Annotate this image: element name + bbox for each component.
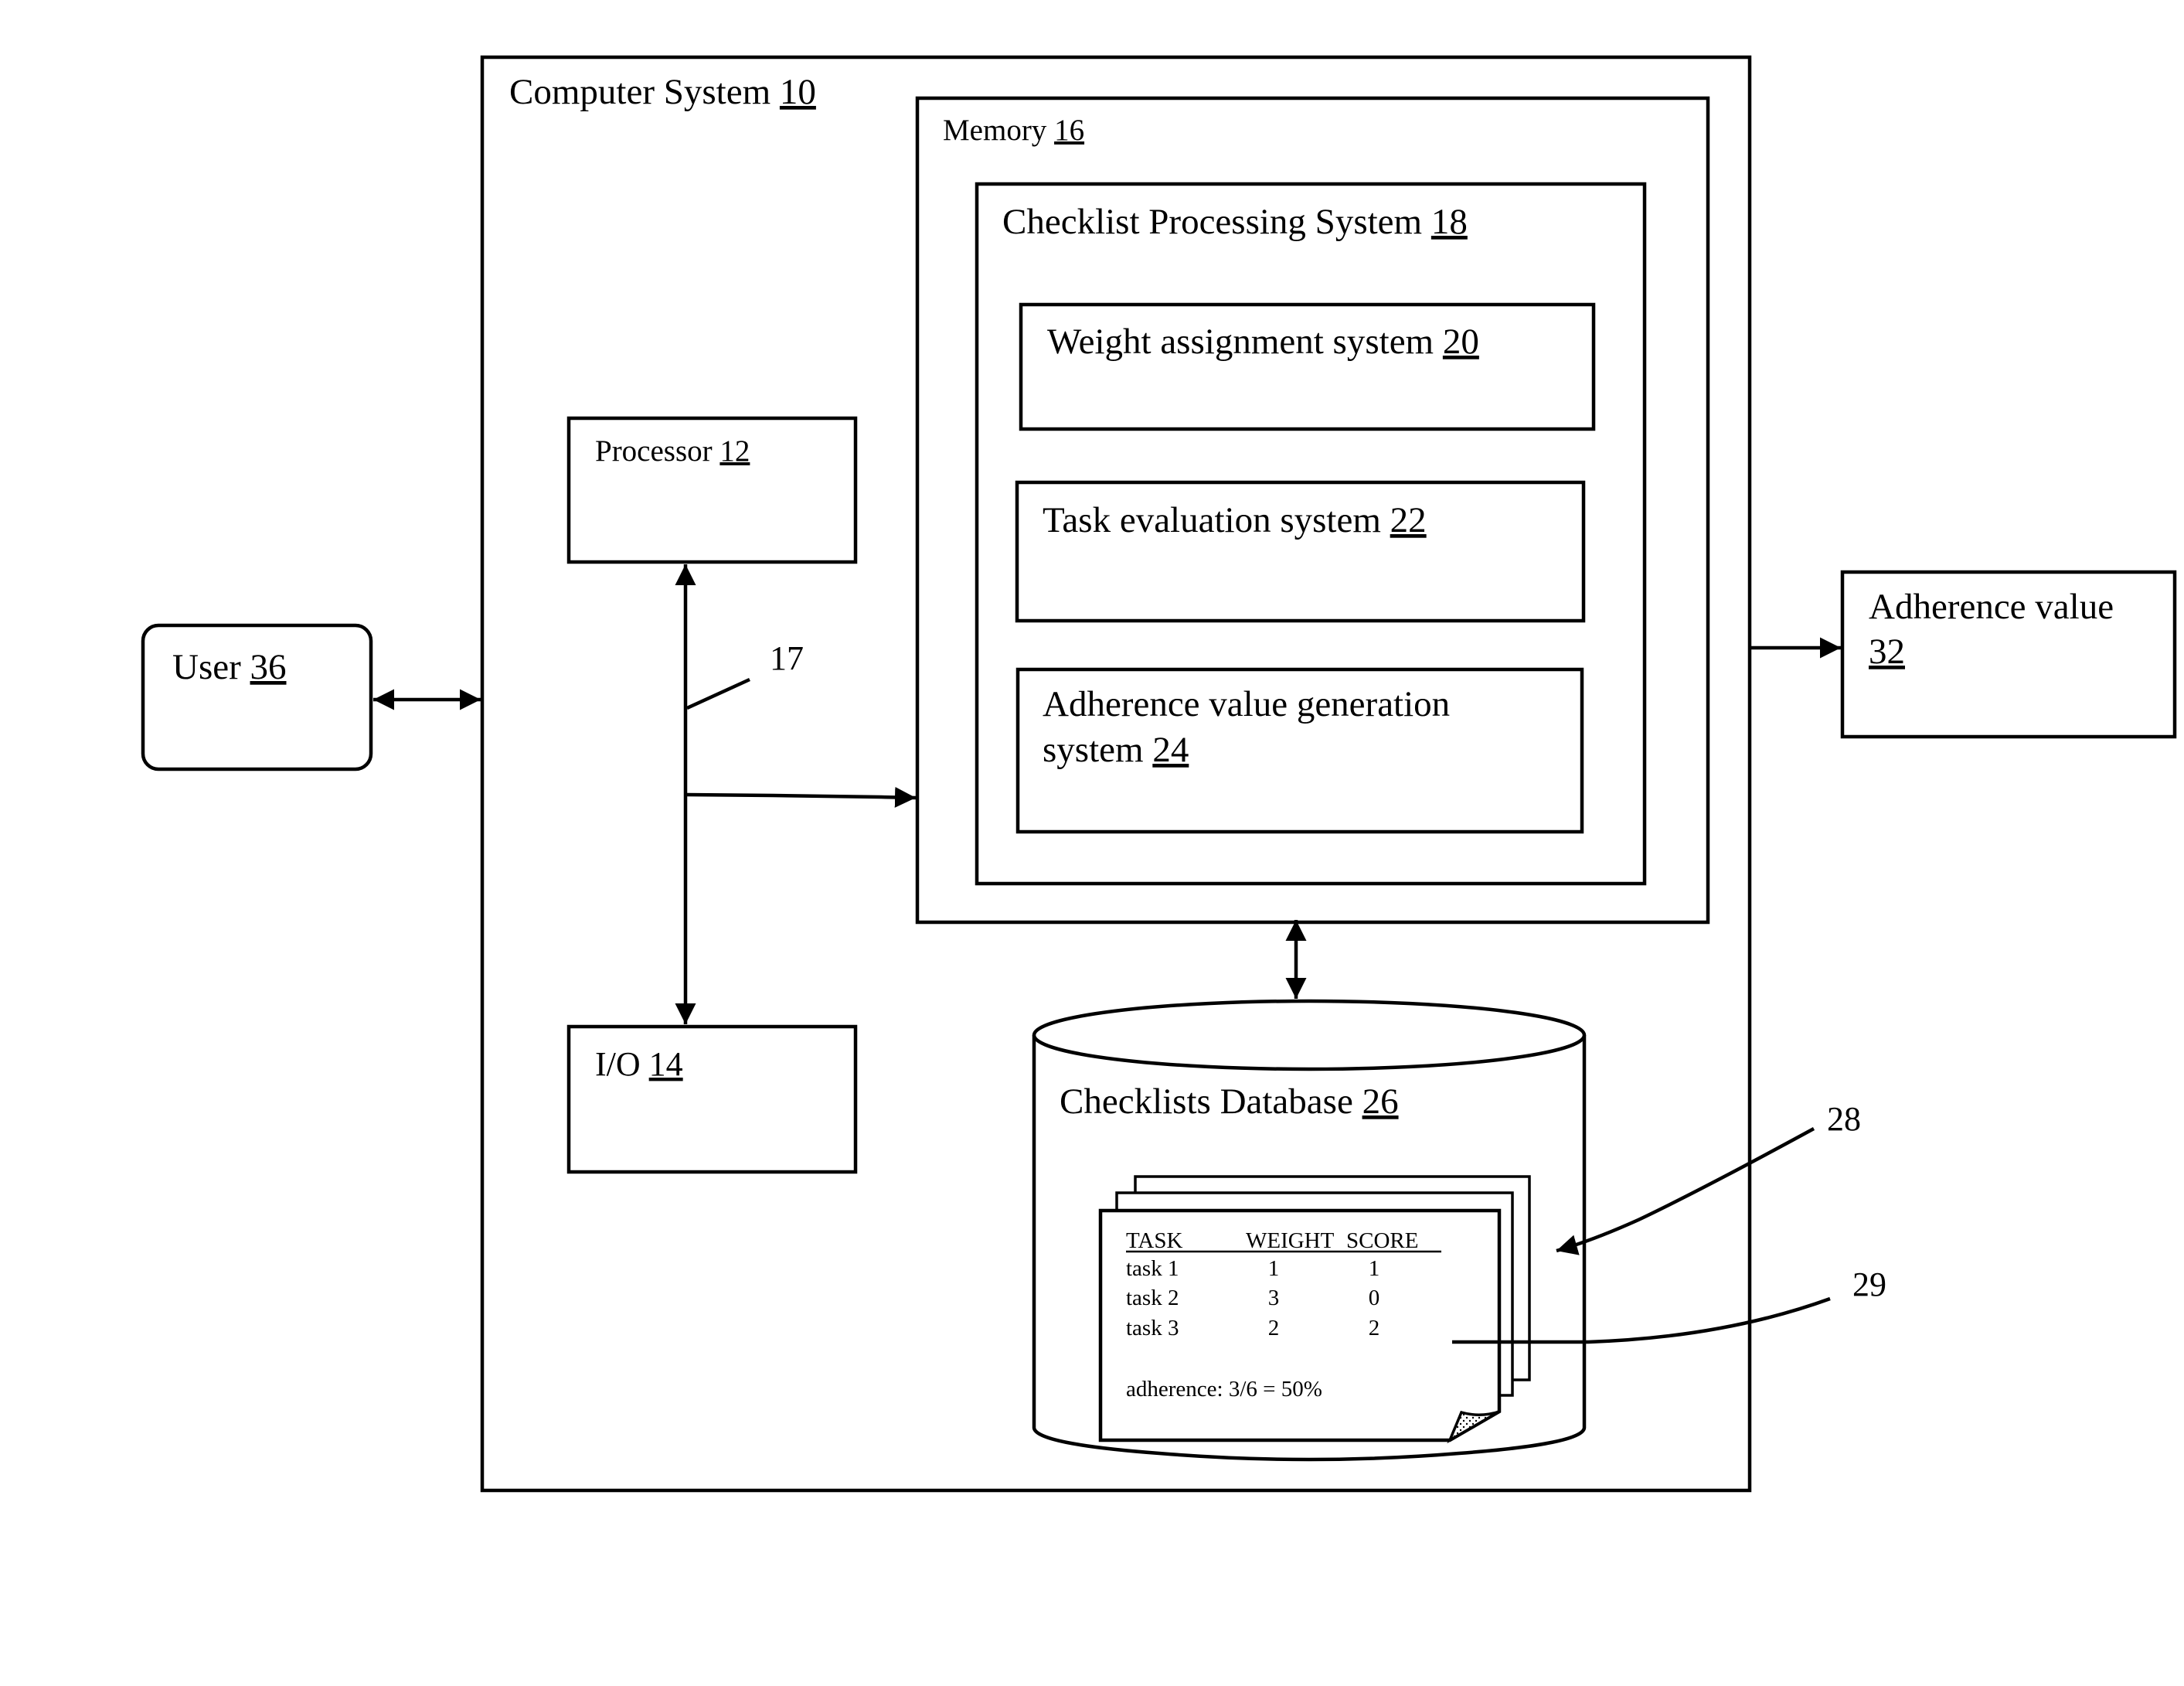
system-block-diagram: Computer System 10 Memory 16 Checklist P… (141, 55, 2177, 1493)
user-box: User 36 (141, 623, 373, 771)
table-cell-score: 1 (1369, 1256, 1380, 1281)
checklist-processing-system-label: Checklist Processing System 18 (1002, 202, 1468, 242)
task-evaluation-system-box: Task evaluation system 22 (1015, 480, 1586, 623)
bus-ref-label: 17 (770, 639, 804, 677)
memory-label: Memory 16 (943, 114, 1084, 147)
adherence-value-generation-label-line2: system 24 (1043, 730, 1189, 770)
weight-assignment-system-box: Weight assignment system 20 (1019, 302, 1596, 431)
checklist-detail-ref-label: 29 (1852, 1265, 1886, 1303)
table-cell-score: 2 (1369, 1316, 1380, 1340)
table-cell-weight: 2 (1268, 1316, 1280, 1340)
adherence-value-generation-label-line1: Adherence value generation (1043, 684, 1450, 724)
adherence-value-generation-system-box: Adherence value generation system 24 (1015, 667, 1584, 834)
checklists-ref-label: 28 (1827, 1100, 1861, 1138)
computer-system-label: Computer System 10 (509, 72, 816, 112)
task-evaluation-system-label: Task evaluation system 22 (1043, 500, 1427, 540)
adherence-value-box: Adherence value 32 (1840, 570, 2177, 739)
table-cell-task: task 3 (1126, 1316, 1179, 1340)
adherence-value-ref: 32 (1869, 632, 1905, 672)
user-label: User 36 (172, 647, 287, 687)
table-adherence-summary: adherence: 3/6 = 50% (1126, 1377, 1322, 1402)
checklists-database-label: Checklists Database 26 (1060, 1081, 1399, 1122)
io-box: I/O 14 (566, 1024, 858, 1174)
adherence-value-label-line1: Adherence value (1869, 587, 2114, 627)
table-header-task: TASK (1126, 1228, 1182, 1253)
weight-assignment-system-label: Weight assignment system 20 (1047, 322, 1479, 362)
table-cell-task: task 1 (1126, 1256, 1179, 1281)
table-cell-task: task 2 (1126, 1286, 1179, 1310)
table-header-score: SCORE (1346, 1228, 1418, 1253)
table-cell-weight: 3 (1268, 1286, 1280, 1310)
table-header-weight: WEIGHT (1246, 1228, 1335, 1253)
processor-box: Processor 12 (566, 416, 858, 564)
processor-label: Processor 12 (595, 434, 750, 468)
io-label: I/O 14 (595, 1045, 683, 1083)
table-cell-score: 0 (1369, 1286, 1380, 1310)
table-cell-weight: 1 (1268, 1256, 1280, 1281)
